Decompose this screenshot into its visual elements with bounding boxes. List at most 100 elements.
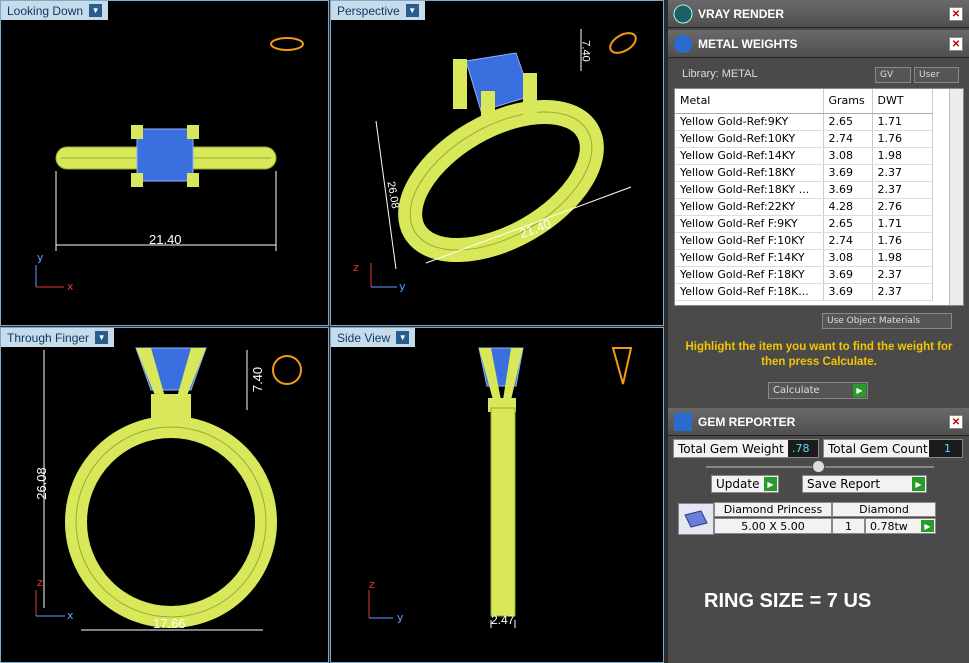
gem-thumbnail[interactable] — [678, 503, 714, 535]
viewport-title: Through Finger — [7, 330, 90, 345]
update-button[interactable]: Update ▶ — [711, 475, 779, 493]
chevron-down-icon[interactable]: ▼ — [95, 331, 109, 344]
axis-x-label: x — [67, 609, 74, 622]
dimension-label: 2.47 — [491, 613, 515, 627]
gem-weight-value: 0.78tw — [870, 519, 908, 533]
table-row[interactable]: Yellow Gold-Ref:10KY 2.74 1.76 — [675, 130, 933, 148]
chevron-down-icon[interactable]: ▼ — [405, 4, 419, 17]
column-header[interactable]: DWT — [872, 89, 933, 114]
table-row[interactable]: Yellow Gold-Ref F:9KY 2.65 1.71 — [675, 215, 933, 233]
total-gem-count-value: 1 — [929, 440, 962, 457]
dimension-label: 21.40 — [149, 232, 182, 247]
vray-title: VRAY RENDER — [698, 6, 785, 21]
viewport-tab[interactable]: Side View ▼ — [331, 328, 416, 347]
gem-size-cell: 5.00 X 5.00 — [714, 518, 832, 534]
viewport-through-finger[interactable]: Through Finger ▼ 26.08 7.40 17.66 z x — [0, 327, 329, 663]
metal-cell: Yellow Gold-Ref:9KY — [675, 113, 824, 131]
calculate-label: Calculate — [773, 385, 820, 396]
metal-cell: Yellow Gold-Ref:18KY — [675, 164, 824, 182]
table-row[interactable]: Yellow Gold-Ref F:14KY 3.08 1.98 — [675, 249, 933, 267]
metal-cell: Yellow Gold-Ref:18KY ... — [675, 181, 824, 199]
vray-icon — [673, 4, 693, 24]
metal-cell: Yellow Gold-Ref F:10KY — [675, 232, 824, 250]
vray-render-bar[interactable]: VRAY RENDER ✕ — [668, 0, 969, 28]
grams-cell: 3.08 — [823, 249, 873, 267]
viewport-title: Perspective — [337, 3, 400, 18]
grams-cell: 2.65 — [823, 215, 873, 233]
save-report-button[interactable]: Save Report ▶ — [802, 475, 927, 493]
metal-weights-bar[interactable]: METAL WEIGHTS ✕ — [668, 30, 969, 58]
close-icon[interactable]: ✕ — [949, 7, 963, 21]
axis-z-label: z — [37, 576, 43, 589]
table-row[interactable]: Yellow Gold-Ref F:18KY 3.69 2.37 — [675, 266, 933, 284]
user-toggle[interactable]: User — [914, 67, 959, 83]
metal-table[interactable]: Metal Grams DWT Yellow Gold-Ref:9KY 2.65 1… — [674, 88, 964, 306]
play-icon: ▶ — [764, 477, 777, 491]
gem-name-cell: Diamond Princess — [714, 502, 832, 517]
through-finger-canvas — [35, 347, 302, 631]
dwt-cell: 2.37 — [872, 266, 933, 284]
chevron-down-icon[interactable]: ▼ — [396, 331, 410, 344]
play-icon: ▶ — [912, 477, 925, 491]
total-gem-weight-value: .78 — [788, 440, 818, 457]
viewport-tab[interactable]: Looking Down ▼ — [1, 1, 109, 20]
calculate-button[interactable]: Calculate ▶ — [768, 382, 868, 399]
use-object-materials-checkbox[interactable]: Use Object Materials — [822, 313, 952, 329]
metal-cell: Yellow Gold-Ref F:9KY — [675, 215, 824, 233]
grams-cell: 2.65 — [823, 113, 873, 131]
play-icon: ▶ — [921, 520, 934, 532]
table-scrollbar[interactable] — [949, 89, 963, 305]
axis-x-label: x — [67, 280, 74, 293]
update-label: Update — [716, 477, 760, 491]
library-label: Library: METAL — [682, 68, 758, 80]
chevron-down-icon[interactable]: ▼ — [89, 4, 103, 17]
gv-label: GV — [880, 70, 894, 80]
slider-handle[interactable] — [812, 460, 825, 473]
axis-z-label: z — [369, 578, 375, 591]
dimension-top-label: 7.40 — [579, 40, 592, 62]
table-row[interactable]: Yellow Gold-Ref:14KY 3.08 1.98 — [675, 147, 933, 165]
table-row[interactable]: Yellow Gold-Ref:9KY 2.65 1.71 — [675, 113, 933, 131]
gem-reporter-title: GEM REPORTER — [698, 414, 796, 429]
calculate-hint: Highlight the item you want to find the … — [685, 341, 953, 368]
column-header[interactable]: Metal — [675, 89, 824, 114]
viewport-perspective[interactable]: Perspective ▼ 21.40 26.08 7.40 z y — [330, 0, 664, 326]
viewport-tab[interactable]: Perspective ▼ — [331, 1, 425, 20]
total-gem-count-text: Total Gem Count — [828, 441, 928, 456]
grams-cell: 3.69 — [823, 266, 873, 284]
gem-reporter-icon — [674, 413, 692, 431]
viewport-looking-down[interactable]: Looking Down ▼ 21.40 y x — [0, 0, 329, 326]
viewport-title: Side View — [337, 330, 391, 345]
table-row[interactable]: Yellow Gold-Ref:18KY ... 3.69 2.37 — [675, 181, 933, 199]
dwt-cell: 2.37 — [872, 283, 933, 301]
grams-cell: 3.69 — [823, 164, 873, 182]
total-gem-weight-text: Total Gem Weight — [678, 441, 784, 456]
table-row[interactable]: Yellow Gold-Ref F:10KY 2.74 1.76 — [675, 232, 933, 250]
dwt-cell: 1.76 — [872, 232, 933, 250]
dwt-cell: 1.71 — [872, 113, 933, 131]
column-header[interactable]: Grams — [823, 89, 873, 114]
table-row[interactable]: Yellow Gold-Ref:18KY 3.69 2.37 — [675, 164, 933, 182]
gem-icon — [684, 510, 708, 528]
dwt-cell: 1.98 — [872, 249, 933, 267]
gem-reporter-bar[interactable]: GEM REPORTER ✕ — [668, 408, 969, 436]
ring-size-label: RING SIZE = 7 US — [704, 590, 872, 612]
grams-cell: 3.08 — [823, 147, 873, 165]
gv-toggle[interactable]: GV — [875, 67, 911, 83]
dwt-cell: 1.71 — [872, 215, 933, 233]
dimension-width-label: 17.66 — [153, 616, 186, 631]
gem-weight-cell[interactable]: 0.78tw ▶ — [865, 518, 936, 534]
viewport-side-view[interactable]: Side View ▼ 2.47 z y — [330, 327, 664, 663]
looking-down-canvas — [35, 37, 304, 288]
viewport-tab[interactable]: Through Finger ▼ — [1, 328, 115, 347]
table-row[interactable]: Yellow Gold-Ref:22KY 4.28 2.76 — [675, 198, 933, 216]
axis-y-label: y — [397, 611, 404, 624]
play-icon: ▶ — [853, 384, 866, 397]
metal-cell: Yellow Gold-Ref F:18K... — [675, 283, 824, 301]
user-label: User — [919, 70, 940, 80]
dwt-cell: 2.76 — [872, 198, 933, 216]
grams-cell: 2.74 — [823, 232, 873, 250]
close-icon[interactable]: ✕ — [949, 37, 963, 51]
table-row[interactable]: Yellow Gold-Ref F:18K... 3.69 2.37 — [675, 283, 933, 301]
close-icon[interactable]: ✕ — [949, 415, 963, 429]
